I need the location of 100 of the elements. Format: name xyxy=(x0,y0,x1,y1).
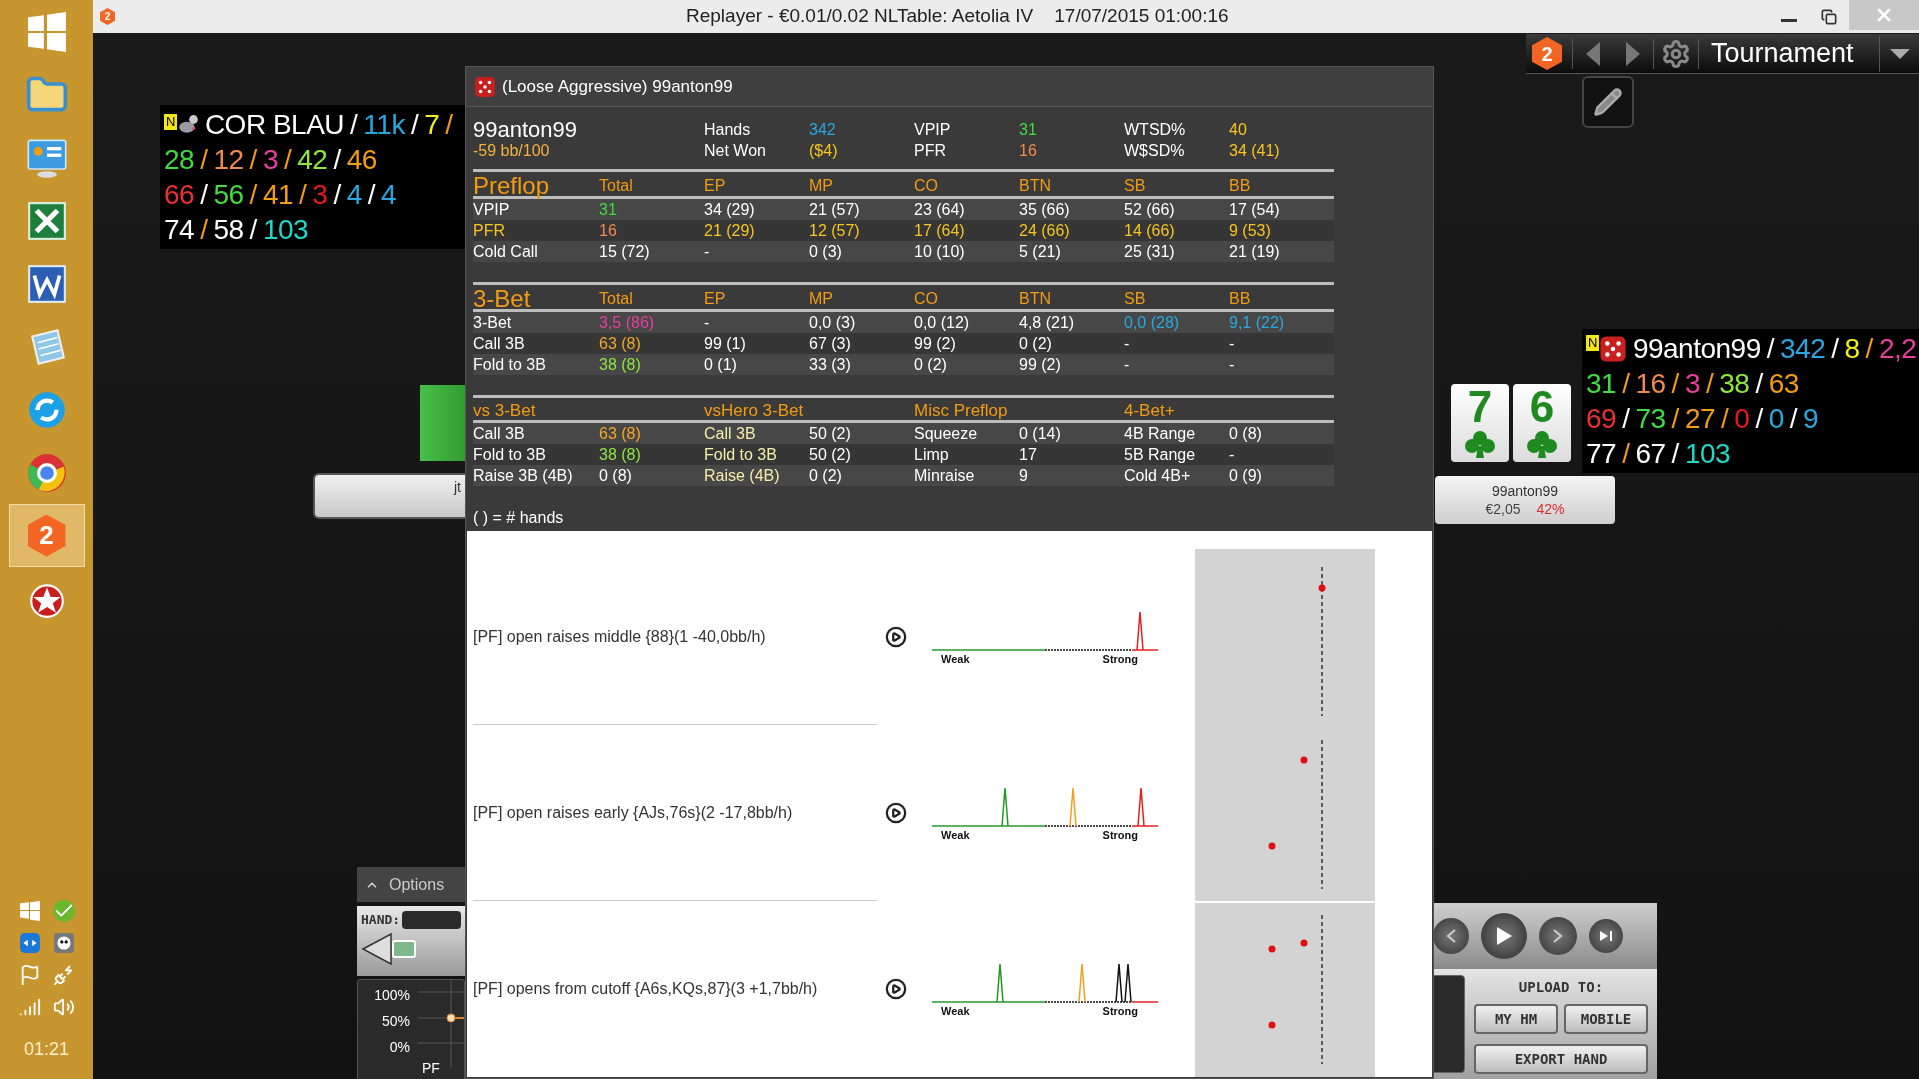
hud-separator: / xyxy=(200,143,208,177)
next-button[interactable] xyxy=(1539,917,1577,955)
hud-stat: 66 xyxy=(164,178,195,212)
volume-icon xyxy=(52,996,75,1018)
table-cell-text: VPIP xyxy=(473,200,511,220)
caret-icon xyxy=(1888,47,1911,60)
table-cell-text: 33 (3) xyxy=(809,355,852,375)
hud-separator: / xyxy=(1671,402,1679,436)
table-cell-text: 52 (66) xyxy=(1124,200,1176,220)
table-cell-text: - xyxy=(1229,445,1236,465)
chevron-left-icon xyxy=(1446,929,1456,943)
table-cell-text: Limp xyxy=(914,445,950,465)
hud-separator: / xyxy=(1622,367,1630,401)
hand-description: [PF] open raises early {AJs,76s}(2 -17,8bb/h) xyxy=(473,802,793,823)
app-badge: 2 xyxy=(100,8,115,25)
play-button[interactable] xyxy=(884,977,908,1001)
table-cell-text: 17 xyxy=(1019,445,1038,465)
play-button[interactable] xyxy=(884,625,908,649)
skip-end-button[interactable] xyxy=(1589,919,1623,953)
signal-icon xyxy=(18,996,41,1018)
column-header: Misc Preflop xyxy=(914,400,1009,422)
table-cell-text: 23 (64) xyxy=(914,200,966,220)
table-cell-text: 3-Bet xyxy=(473,313,513,333)
table-cell-text: Raise 3B (4B) xyxy=(473,466,574,486)
table-cell-text: 0 (9) xyxy=(1229,466,1263,486)
hud-stat: 3 xyxy=(312,178,328,212)
play-icon xyxy=(885,802,907,824)
table-cell-text: Call 3B xyxy=(473,424,526,444)
play-icon xyxy=(885,626,907,648)
hud-stat: 4 xyxy=(346,178,362,212)
hud-stat: 74 xyxy=(164,213,195,247)
stat-label: PFR xyxy=(914,140,947,161)
edit-button[interactable] xyxy=(1582,76,1634,128)
hud-separator: / xyxy=(299,178,307,212)
club-icon xyxy=(1525,430,1559,458)
options-tab[interactable]: Options xyxy=(357,867,465,902)
table-cell-text: 21 (57) xyxy=(809,200,861,220)
hud-stat: 27 xyxy=(1684,402,1716,436)
table-cell-text: 0 (3) xyxy=(809,242,843,262)
table-cell-text: 99 (2) xyxy=(914,334,957,354)
dice-icon xyxy=(474,75,496,98)
minimize-icon xyxy=(1781,19,1797,22)
window-title: Replayer - €0.01/0.02 NLTable: Aetolia IV 17/07/2015 01:00:16 xyxy=(686,4,1229,29)
table-cell-text: Squeeze xyxy=(914,424,979,444)
table-cell-text: 14 (66) xyxy=(1124,221,1176,241)
profile-name: Tournament xyxy=(1711,37,1854,71)
hand-field[interactable] xyxy=(402,910,461,929)
table-cell-text: 0,0 (3) xyxy=(809,313,857,333)
stat-value: 34 (41) xyxy=(1229,140,1281,161)
section-title: Preflop xyxy=(473,172,551,200)
chevron-right-icon xyxy=(1553,929,1563,943)
table-cell-text: Cold 4B+ xyxy=(1124,466,1192,486)
previous-button[interactable] xyxy=(1433,918,1469,954)
table-cell-text: Call 3B xyxy=(704,424,757,444)
hud-separator: / xyxy=(1865,332,1873,366)
stat-value: 16 xyxy=(1019,140,1038,161)
upload-button[interactable]: MY HM xyxy=(1474,1004,1558,1034)
player-name: COR BLAU xyxy=(204,108,345,142)
data-point xyxy=(1300,939,1308,947)
stat-label: WTSD% xyxy=(1124,119,1187,140)
export-hand-button[interactable]: EXPORT HAND xyxy=(1474,1044,1648,1074)
table-cell-text: Fold to 3B xyxy=(704,445,778,465)
strong-label: Strong xyxy=(1102,1004,1138,1018)
hud-stat: 73 xyxy=(1635,402,1666,436)
stack-amount: €2,05 xyxy=(1485,500,1521,518)
table-cell-text: 0 (2) xyxy=(809,466,843,486)
triangle-left-icon xyxy=(1585,40,1601,67)
hud-stat: 0 xyxy=(1768,402,1784,436)
check-icon xyxy=(52,900,75,922)
stat-value: 342 xyxy=(809,119,837,140)
upload-button[interactable]: MOBILE xyxy=(1564,1004,1648,1034)
hud-separator: / xyxy=(445,108,453,142)
stat-label: VPIP xyxy=(914,119,952,140)
play-button[interactable] xyxy=(1481,913,1527,959)
hud-separator: / xyxy=(249,213,257,247)
hand-description: [PF] opens from cutoff {A6s,KQs,87}(3 +1,7bb/h) xyxy=(473,979,818,999)
table-cell-text: 0,0 (28) xyxy=(1124,313,1181,333)
hud-separator: / xyxy=(1789,402,1798,436)
skip-end-icon xyxy=(1599,930,1613,942)
hud-separator: / xyxy=(1705,367,1714,401)
hand-label: HAND: xyxy=(361,911,401,929)
column-header: SB xyxy=(1124,176,1147,196)
axis-label: 100% xyxy=(374,986,410,1005)
table-cell-text: 31 xyxy=(599,200,618,220)
play-button[interactable] xyxy=(884,801,908,825)
dice-icon xyxy=(1598,334,1627,363)
hud-stat: 56 xyxy=(213,178,244,212)
hud-stat: 342 xyxy=(1780,332,1826,366)
table-cell-text: 67 (3) xyxy=(809,334,852,354)
table-cell-text: 35 (66) xyxy=(1019,200,1071,220)
triangle-right-icon xyxy=(1625,40,1641,67)
popup-title: (Loose Aggressive) 99anton99 xyxy=(502,75,733,98)
hud-separator: / xyxy=(333,178,341,212)
table-cell-text: Call 3B xyxy=(473,334,526,354)
hud-stat: 103 xyxy=(1684,437,1731,471)
column-header: EP xyxy=(704,289,727,309)
street-label: PF xyxy=(422,1059,440,1078)
hud-stat: 11k xyxy=(363,108,405,142)
hud-stat: 2,2 xyxy=(1878,332,1917,366)
table-cell-text: - xyxy=(1229,355,1236,375)
